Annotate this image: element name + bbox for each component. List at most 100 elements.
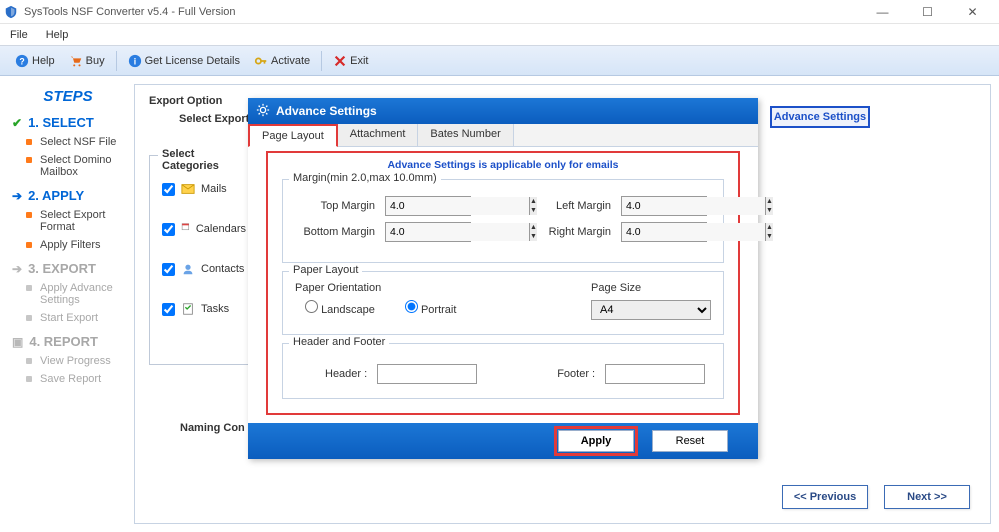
dialog-title: Advance Settings	[276, 104, 377, 118]
dialog-tabs: Page Layout Attachment Bates Number	[248, 124, 758, 147]
header-label: Header :	[325, 368, 367, 380]
top-margin-input[interactable]	[386, 197, 529, 215]
bottom-margin-spinner[interactable]: ▲▼	[385, 222, 471, 242]
help-icon: ?	[15, 54, 29, 68]
category-tasks[interactable]: Tasks	[162, 302, 246, 316]
bottom-margin-input[interactable]	[386, 223, 529, 241]
step-sub-save-report[interactable]: Save Report	[26, 373, 126, 385]
toolbar-activate-label: Activate	[271, 55, 310, 67]
calendar-icon	[181, 222, 190, 236]
down-arrow-icon[interactable]: ▼	[766, 232, 773, 241]
toolbar-separator	[116, 51, 117, 71]
select-categories-fieldset: Select Categories Mails Calendars Contac…	[149, 155, 259, 365]
titlebar: SysTools NSF Converter v5.4 - Full Versi…	[0, 0, 999, 24]
step-2-apply[interactable]: ➔2. APPLY	[12, 188, 126, 203]
mail-icon	[181, 182, 195, 196]
tab-page-layout[interactable]: Page Layout	[248, 124, 338, 147]
margin-legend: Margin(min 2.0,max 10.0mm)	[289, 172, 441, 184]
toolbar-activate[interactable]: Activate	[247, 51, 317, 71]
left-margin-spinner[interactable]: ▲▼	[621, 196, 707, 216]
tab-attachment[interactable]: Attachment	[338, 124, 419, 146]
step-1-select[interactable]: ✔1. SELECT	[12, 115, 126, 130]
bullet-icon	[26, 157, 32, 163]
calendars-checkbox[interactable]	[162, 223, 175, 236]
steps-title: STEPS	[10, 88, 126, 105]
toolbar-license-label: Get License Details	[145, 55, 240, 67]
step-sub-select-domino[interactable]: Select Domino Mailbox	[26, 154, 126, 178]
svg-text:i: i	[133, 56, 135, 66]
toolbar-exit-label: Exit	[350, 55, 368, 67]
toolbar: ? Help Buy i Get License Details Activat…	[0, 46, 999, 76]
category-mails[interactable]: Mails	[162, 182, 246, 196]
step-sub-start-export[interactable]: Start Export	[26, 312, 126, 324]
gear-icon	[256, 103, 270, 120]
left-margin-input[interactable]	[622, 197, 765, 215]
bullet-icon	[26, 212, 32, 218]
contacts-icon	[181, 262, 195, 276]
step-sub-apply-filters[interactable]: Apply Filters	[26, 239, 126, 251]
top-margin-label: Top Margin	[295, 200, 375, 212]
footer-input[interactable]	[605, 364, 705, 384]
landscape-option[interactable]: Landscape	[305, 300, 375, 316]
step-4-report[interactable]: ▣4. REPORT	[12, 334, 126, 349]
bullet-icon	[26, 315, 32, 321]
advance-settings-button[interactable]: Advance Settings	[770, 106, 870, 128]
key-icon	[254, 54, 268, 68]
tasks-checkbox[interactable]	[162, 303, 175, 316]
reset-button[interactable]: Reset	[652, 430, 728, 452]
bullet-icon	[26, 242, 32, 248]
apply-button[interactable]: Apply	[558, 430, 634, 452]
maximize-button[interactable]: ☐	[905, 0, 950, 24]
exit-icon	[333, 54, 347, 68]
header-input[interactable]	[377, 364, 477, 384]
toolbar-exit[interactable]: Exit	[326, 51, 375, 71]
page-size-select[interactable]: A4	[591, 300, 711, 320]
toolbar-license[interactable]: i Get License Details	[121, 51, 247, 71]
step-3-export[interactable]: ➔3. EXPORT	[12, 261, 126, 276]
minimize-button[interactable]: —	[860, 0, 905, 24]
toolbar-help-label: Help	[32, 55, 55, 67]
bullet-icon	[26, 285, 32, 291]
paper-layout-legend: Paper Layout	[289, 264, 362, 276]
naming-convention-label: Naming Con	[180, 422, 245, 434]
down-arrow-icon[interactable]: ▼	[766, 206, 773, 215]
up-arrow-icon[interactable]: ▲	[766, 223, 773, 232]
portrait-option[interactable]: Portrait	[405, 300, 457, 316]
step-sub-adv-settings[interactable]: Apply Advance Settings	[26, 282, 126, 306]
mails-checkbox[interactable]	[162, 183, 175, 196]
toolbar-help[interactable]: ? Help	[8, 51, 62, 71]
up-arrow-icon[interactable]: ▲	[766, 197, 773, 206]
arrow-icon: ➔	[12, 262, 22, 276]
close-button[interactable]: ✕	[950, 0, 995, 24]
step-sub-view-progress[interactable]: View Progress	[26, 355, 126, 367]
dialog-header[interactable]: Advance Settings	[248, 98, 758, 124]
header-footer-legend: Header and Footer	[289, 336, 389, 348]
right-margin-input[interactable]	[622, 223, 765, 241]
tasks-icon	[181, 302, 195, 316]
category-contacts[interactable]: Contacts	[162, 262, 246, 276]
toolbar-buy[interactable]: Buy	[62, 51, 112, 71]
paper-layout-group: Paper Layout Paper Orientation Landscape…	[282, 271, 724, 335]
select-categories-legend: Select Categories	[158, 148, 258, 172]
paper-orientation-label: Paper Orientation	[295, 282, 531, 294]
menu-help[interactable]: Help	[46, 29, 69, 41]
next-button[interactable]: Next >>	[884, 485, 970, 509]
window-title: SysTools NSF Converter v5.4 - Full Versi…	[24, 6, 860, 18]
bullet-icon	[26, 139, 32, 145]
right-margin-spinner[interactable]: ▲▼	[621, 222, 707, 242]
step-sub-select-nsf[interactable]: Select NSF File	[26, 136, 126, 148]
contacts-checkbox[interactable]	[162, 263, 175, 276]
previous-button[interactable]: << Previous	[782, 485, 868, 509]
bullet-icon	[26, 358, 32, 364]
top-margin-spinner[interactable]: ▲▼	[385, 196, 471, 216]
app-logo-icon	[4, 5, 18, 19]
margin-group: Margin(min 2.0,max 10.0mm) Top Margin ▲▼…	[282, 179, 724, 263]
left-margin-label: Left Margin	[531, 200, 611, 212]
step-sub-export-format[interactable]: Select Export Format	[26, 209, 126, 233]
portrait-radio[interactable]	[405, 300, 418, 313]
toolbar-buy-label: Buy	[86, 55, 105, 67]
tab-bates-number[interactable]: Bates Number	[418, 124, 513, 146]
menu-file[interactable]: File	[10, 29, 28, 41]
landscape-radio[interactable]	[305, 300, 318, 313]
category-calendars[interactable]: Calendars	[162, 222, 246, 236]
